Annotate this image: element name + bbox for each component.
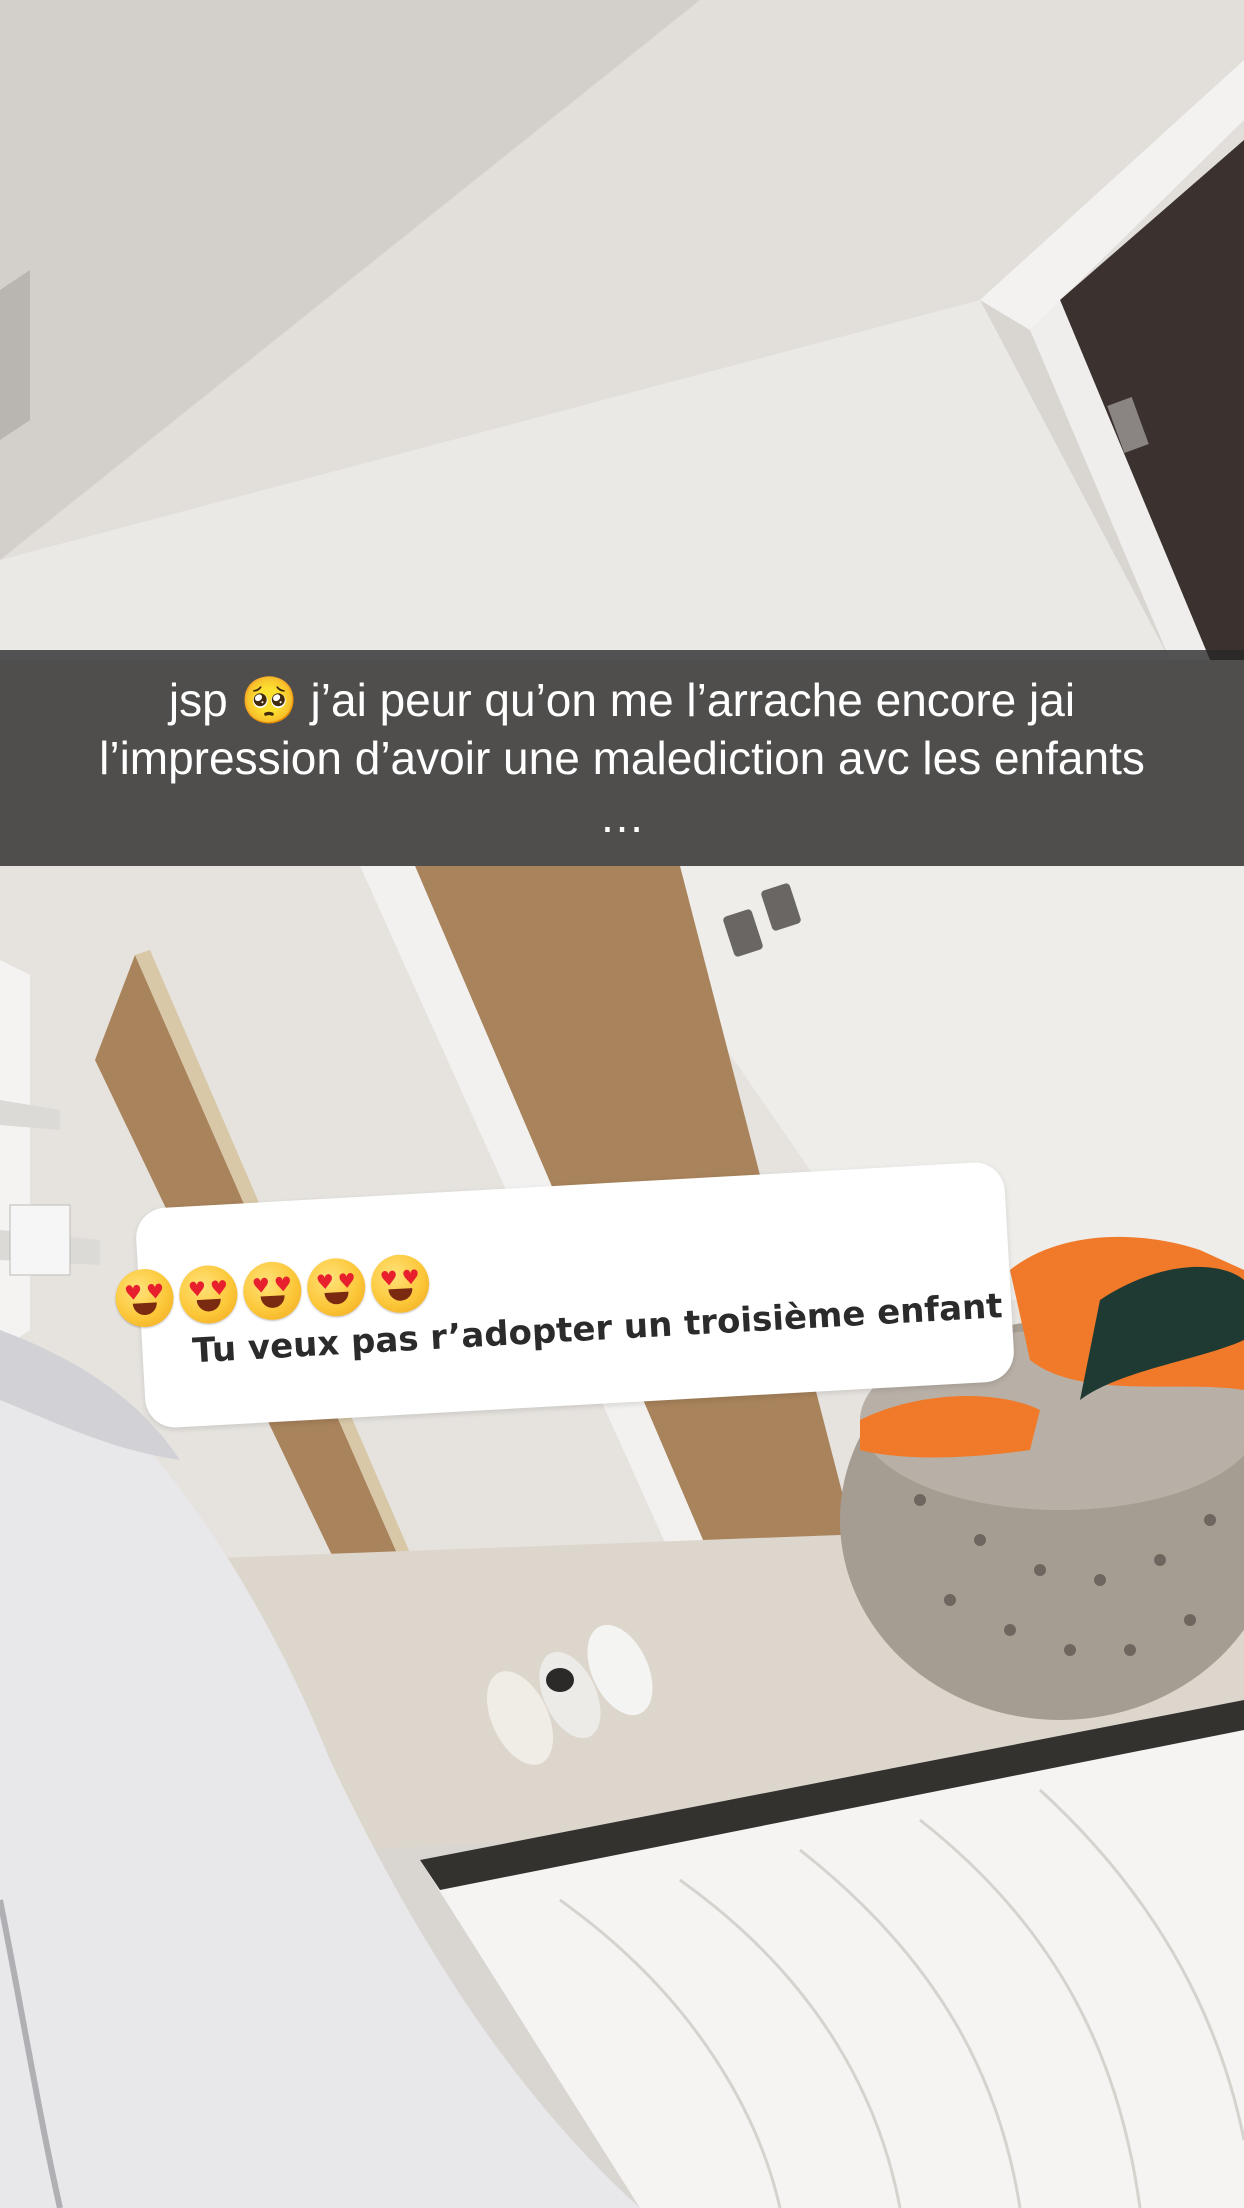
heart-eyes-icon: ♥ ♥ — [113, 1267, 176, 1329]
heart-eyes-icon: ♥ ♥ — [305, 1256, 367, 1318]
heart-eyes-icon: ♥ ♥ — [177, 1263, 239, 1326]
caption-text: jsp 🥺 j’ai peur qu’on me l’arrache encor… — [99, 674, 1145, 842]
heart-eyes-icon: ♥ ♥ — [241, 1260, 303, 1322]
emoji-reactions: ♥ ♥ ♥ ♥ ♥ ♥ ♥ ♥ ♥ ♥ — [113, 1253, 431, 1329]
caption-bar: jsp 🥺 j’ai peur qu’on me l’arrache encor… — [0, 650, 1244, 866]
heart-eyes-icon: ♥ ♥ — [369, 1253, 431, 1315]
background-photo — [0, 0, 1244, 2208]
